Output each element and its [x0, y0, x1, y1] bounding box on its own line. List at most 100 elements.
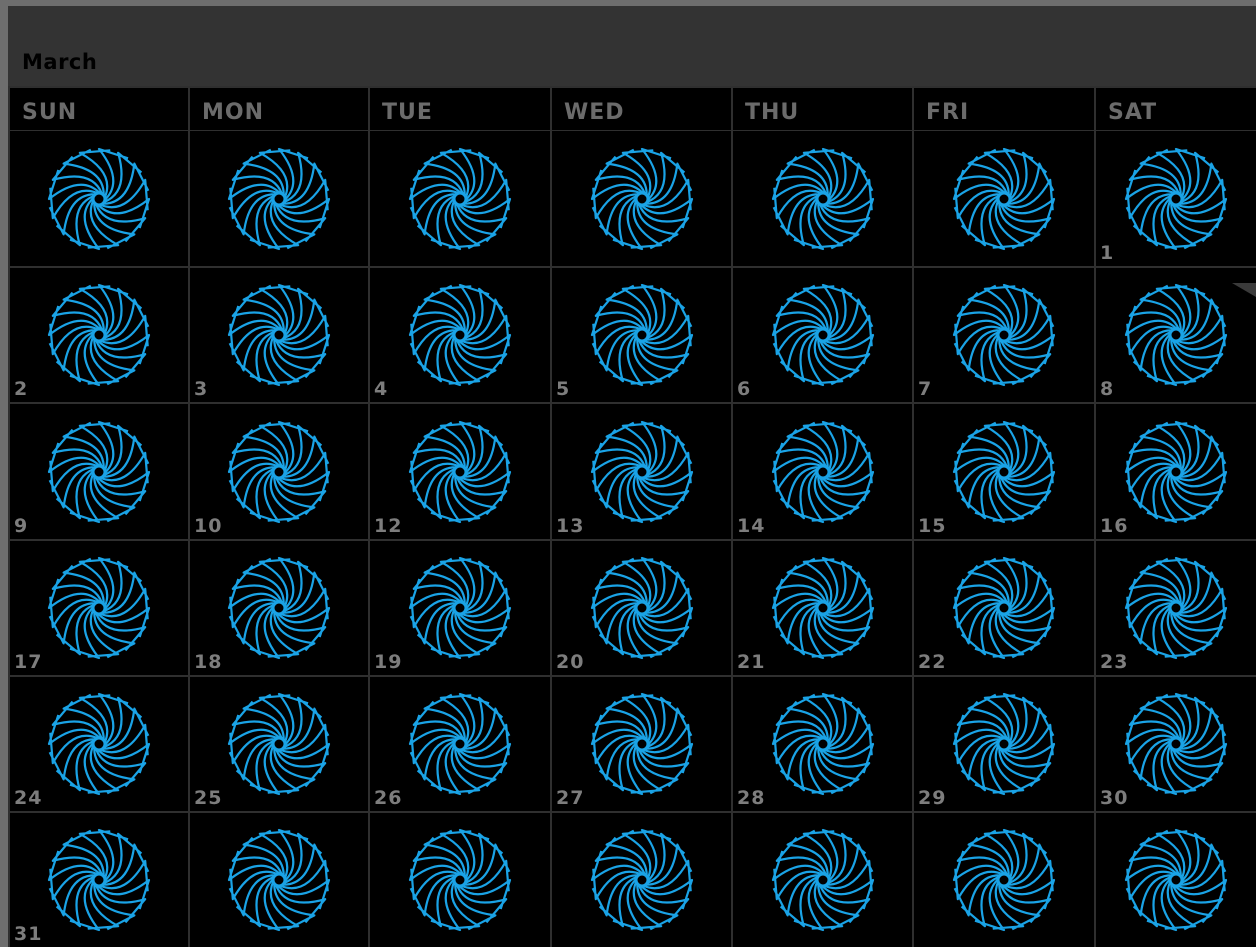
spiral-pinwheel-icon [952, 556, 1056, 660]
day-cell-empty[interactable] [370, 131, 550, 266]
day-cell-empty[interactable] [190, 813, 368, 947]
weekday-thu: THU [733, 88, 912, 130]
day-cell-empty[interactable] [552, 131, 731, 266]
day-cell-6[interactable]: 6 [733, 268, 912, 402]
spiral-pinwheel-icon [47, 283, 151, 387]
spiral-pinwheel-icon [590, 692, 693, 796]
day-cell-12[interactable]: 12 [370, 404, 550, 539]
day-cell-1[interactable]: 1 [1096, 131, 1256, 266]
corner-tab [1232, 283, 1256, 297]
day-cell-2[interactable]: 2 [10, 268, 188, 402]
spiral-pinwheel-icon [952, 828, 1056, 932]
day-cell-18[interactable]: 18 [190, 541, 368, 675]
day-number: 16 [1100, 515, 1129, 537]
day-cell-empty[interactable] [733, 813, 912, 947]
weekday-tue: TUE [370, 88, 550, 130]
weekday-mon: MON [190, 88, 368, 130]
day-number: 4 [374, 378, 389, 400]
spiral-pinwheel-icon [227, 828, 331, 932]
spiral-pinwheel-icon [590, 420, 693, 523]
day-cell-14[interactable]: 14 [733, 404, 912, 539]
day-number: 10 [194, 515, 223, 537]
day-cell-4[interactable]: 4 [370, 268, 550, 402]
spiral-pinwheel-icon [47, 556, 151, 660]
day-cell-24[interactable]: 24 [10, 677, 188, 811]
spiral-pinwheel-icon [227, 420, 331, 523]
spiral-pinwheel-icon [952, 420, 1056, 523]
day-cell-7[interactable]: 7 [914, 268, 1094, 402]
day-cell-31[interactable]: 31 [10, 813, 188, 947]
spiral-pinwheel-icon [1124, 147, 1228, 250]
day-number: 27 [556, 787, 585, 809]
spiral-pinwheel-icon [1124, 828, 1228, 932]
weekday-sat: SAT [1096, 88, 1256, 130]
spiral-pinwheel-icon [952, 147, 1056, 250]
day-number: 2 [14, 378, 29, 400]
spiral-pinwheel-icon [47, 692, 151, 796]
day-cell-10[interactable]: 10 [190, 404, 368, 539]
day-cell-empty[interactable] [914, 131, 1094, 266]
day-cell-19[interactable]: 19 [370, 541, 550, 675]
spiral-pinwheel-icon [590, 556, 693, 660]
spiral-pinwheel-icon [1124, 283, 1228, 387]
spiral-pinwheel-icon [1124, 692, 1228, 796]
day-number: 24 [14, 787, 43, 809]
day-number: 31 [14, 923, 43, 945]
day-cell-3[interactable]: 3 [190, 268, 368, 402]
day-cell-9[interactable]: 9 [10, 404, 188, 539]
day-cell-30[interactable]: 30 [1096, 677, 1256, 811]
spiral-pinwheel-icon [590, 147, 693, 250]
day-cell-empty[interactable] [190, 131, 368, 266]
day-cell-empty[interactable] [914, 813, 1094, 947]
spiral-pinwheel-icon [771, 692, 874, 796]
day-cell-22[interactable]: 22 [914, 541, 1094, 675]
weekday-wed: WED [552, 88, 731, 130]
day-cell-17[interactable]: 17 [10, 541, 188, 675]
day-cell-23[interactable]: 23 [1096, 541, 1256, 675]
day-number: 30 [1100, 787, 1129, 809]
spiral-pinwheel-icon [771, 556, 874, 660]
day-number: 18 [194, 651, 223, 673]
day-cell-26[interactable]: 26 [370, 677, 550, 811]
spiral-pinwheel-icon [227, 556, 331, 660]
day-cell-16[interactable]: 16 [1096, 404, 1256, 539]
day-number: 5 [556, 378, 571, 400]
day-cell-13[interactable]: 13 [552, 404, 731, 539]
day-cell-21[interactable]: 21 [733, 541, 912, 675]
spiral-pinwheel-icon [408, 556, 512, 660]
spiral-pinwheel-icon [408, 147, 512, 250]
spiral-pinwheel-icon [771, 420, 874, 523]
day-number: 19 [374, 651, 403, 673]
day-cell-28[interactable]: 28 [733, 677, 912, 811]
day-cell-25[interactable]: 25 [190, 677, 368, 811]
day-number: 7 [918, 378, 933, 400]
day-number: 14 [737, 515, 766, 537]
spiral-pinwheel-icon [408, 828, 512, 932]
day-number: 28 [737, 787, 766, 809]
spiral-pinwheel-icon [1124, 420, 1228, 523]
day-cell-empty[interactable] [552, 813, 731, 947]
day-cell-empty[interactable] [370, 813, 550, 947]
day-cell-15[interactable]: 15 [914, 404, 1094, 539]
spiral-pinwheel-icon [952, 692, 1056, 796]
spiral-pinwheel-icon [771, 828, 874, 932]
day-number: 9 [14, 515, 29, 537]
day-cell-27[interactable]: 27 [552, 677, 731, 811]
day-number: 21 [737, 651, 766, 673]
day-cell-5[interactable]: 5 [552, 268, 731, 402]
day-number: 8 [1100, 378, 1115, 400]
day-cell-20[interactable]: 20 [552, 541, 731, 675]
day-cell-empty[interactable] [10, 131, 188, 266]
day-cell-29[interactable]: 29 [914, 677, 1094, 811]
spiral-pinwheel-icon [590, 283, 693, 387]
day-number: 12 [374, 515, 403, 537]
day-cell-empty[interactable] [1096, 813, 1256, 947]
spiral-pinwheel-icon [952, 283, 1056, 387]
day-cell-empty[interactable] [733, 131, 912, 266]
spiral-pinwheel-icon [47, 420, 151, 523]
spiral-pinwheel-icon [408, 692, 512, 796]
calendar-header: March [8, 6, 1256, 86]
spiral-pinwheel-icon [408, 420, 512, 523]
day-number: 23 [1100, 651, 1129, 673]
day-number: 25 [194, 787, 223, 809]
